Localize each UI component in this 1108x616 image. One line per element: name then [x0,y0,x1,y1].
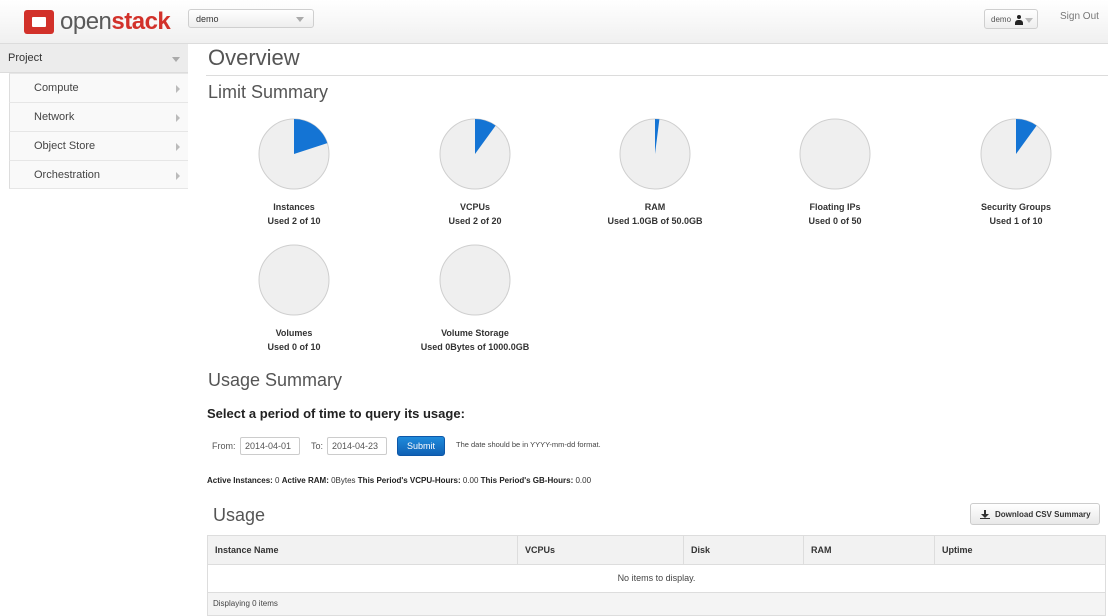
active-instances-label: Active Instances: [207,476,273,485]
project-select-value: demo [196,14,219,24]
sidebar-section-label: Project [8,52,43,64]
vcpus-limit-caption: VCPUs Used 2 of 20 [385,200,565,228]
openstack-logo[interactable]: openstack [24,8,171,35]
column-header-uptime[interactable]: Uptime [934,536,1105,564]
limit-name: Volumes [275,328,313,338]
usage-summary-heading: Usage Summary [208,370,343,390]
gb-hours-label: This Period's GB-Hours: [480,476,574,485]
ram-limit-caption: RAM Used 1.0GB of 50.0GB [565,200,745,228]
chevron-right-icon [176,85,180,93]
volume-storage-pie-chart [439,244,511,316]
divider [206,75,1108,76]
chevron-right-icon [176,143,180,151]
floating-ips-limit-caption: Floating IPs Used 0 of 50 [745,200,925,228]
pie-background [799,118,871,190]
limit-usage: Used 1.0GB of 50.0GB [607,216,703,226]
instances-limit-caption: Instances Used 2 of 10 [204,200,384,228]
vcpu-hours-value: 0.00 [462,476,479,485]
sidebar-item-label: Network [34,111,75,123]
limit-usage: Used 0 of 10 [267,342,321,352]
limit-name: Floating IPs [809,202,861,212]
chevron-right-icon [176,172,180,180]
chevron-down-icon [296,17,304,22]
limit-usage: Used 0Bytes of 1000.0GB [420,342,530,352]
top-bar: openstack demo demo Sign Out [0,0,1108,44]
sidebar-item-compute[interactable]: Compute [9,73,188,102]
empty-table-message: No items to display. [208,565,1105,593]
sidebar-item-object-store[interactable]: Object Store [9,131,188,160]
chevron-right-icon [176,114,180,122]
download-icon-base [980,518,990,519]
download-csv-label: Download CSV Summary [995,510,1091,519]
user-name: demo [991,15,1012,24]
active-ram-value: 0Bytes [331,476,356,485]
sidebar-item-orchestration[interactable]: Orchestration [9,160,188,189]
volume-storage-limit-caption: Volume Storage Used 0Bytes of 1000.0GB [385,326,565,354]
volumes-limit-caption: Volumes Used 0 of 10 [204,326,384,354]
limit-usage: Used 2 of 10 [267,216,321,226]
security-groups-pie-chart [980,118,1052,190]
table-header-row: Instance Name VCPUs Disk RAM Uptime [208,536,1105,565]
limit-summary-heading: Limit Summary [208,82,329,102]
volumes-pie-chart [258,244,330,316]
logo-text: openstack [60,8,171,35]
limit-name: RAM [644,202,666,212]
column-header-vcpus[interactable]: VCPUs [517,536,683,564]
usage-table: Instance Name VCPUs Disk RAM Uptime No i… [207,535,1106,616]
limit-name: VCPUs [459,202,490,212]
to-date-input[interactable] [327,437,387,455]
table-footer: Displaying 0 items [208,593,1105,615]
floating-ips-pie-chart [799,118,871,190]
sidebar-section-project[interactable]: Project [0,44,188,73]
active-instances-value: 0 [275,476,280,485]
submit-button[interactable]: Submit [397,436,445,456]
ram-pie-chart [619,118,691,190]
sidebar-item-network[interactable]: Network [9,102,188,131]
limit-name: Instances [273,202,315,212]
limit-usage: Used 1 of 10 [989,216,1043,226]
chevron-down-icon [1025,18,1033,23]
limit-name: Security Groups [980,202,1052,212]
period-heading: Select a period of time to query its usa… [207,406,465,421]
project-select[interactable]: demo [188,9,314,28]
usage-table-title: Usage [213,505,266,525]
instances-pie-chart [258,118,330,190]
sidebar-item-label: Orchestration [34,169,101,181]
sidebar: Project Compute Network Object Store Orc… [0,44,188,192]
from-date-input[interactable] [240,437,300,455]
sign-out-link[interactable]: Sign Out [1060,11,1099,22]
sidebar-item-label: Object Store [34,140,96,152]
pie-background [258,244,330,316]
vcpus-pie-chart [439,118,511,190]
limit-usage: Used 2 of 20 [448,216,502,226]
sidebar-item-label: Compute [34,82,79,94]
chevron-down-icon [172,57,180,62]
security-groups-limit-caption: Security Groups Used 1 of 10 [926,200,1106,228]
gb-hours-value: 0.00 [575,476,592,485]
download-csv-button[interactable]: Download CSV Summary [970,503,1100,525]
vcpu-hours-label: This Period's VCPU-Hours: [357,476,461,485]
usage-stats: Active Instances: 0 Active RAM: 0Bytes T… [207,476,591,485]
pie-background [439,244,511,316]
user-menu[interactable]: demo [984,9,1038,29]
from-label: From: [212,441,236,451]
limit-usage: Used 0 of 50 [808,216,862,226]
date-format-hint: The date should be in YYYY-mm-dd format. [456,440,601,449]
column-header-instance-name[interactable]: Instance Name [208,536,517,564]
column-header-disk[interactable]: Disk [683,536,803,564]
column-header-ram[interactable]: RAM [803,536,934,564]
to-label: To: [311,441,324,451]
openstack-logo-icon [24,10,54,34]
user-icon [1015,15,1023,25]
active-ram-label: Active RAM: [281,476,329,485]
limit-name: Volume Storage [441,328,509,338]
page-title: Overview [208,45,300,70]
